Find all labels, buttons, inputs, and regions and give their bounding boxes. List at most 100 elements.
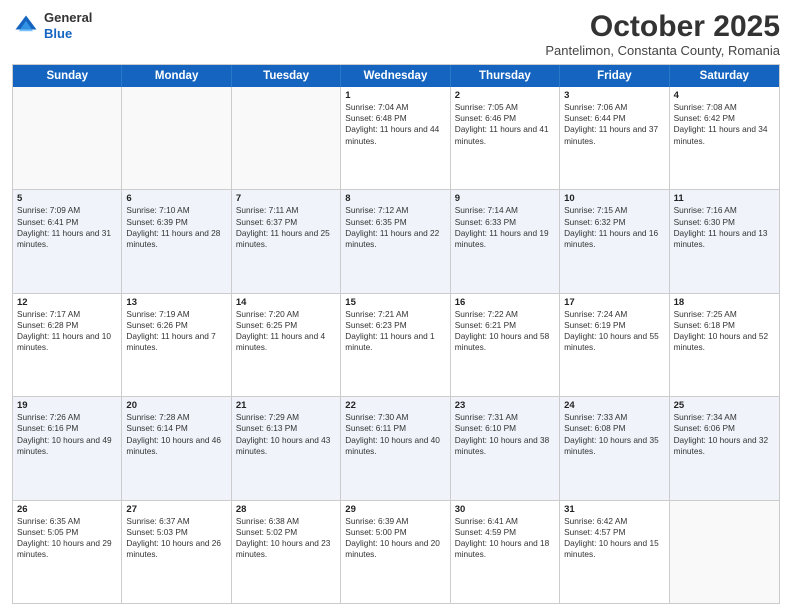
day-number: 22	[345, 400, 445, 411]
day-number: 24	[564, 400, 664, 411]
day-info: Sunrise: 6:35 AMSunset: 5:05 PMDaylight:…	[17, 516, 117, 561]
calendar-row: 26Sunrise: 6:35 AMSunset: 5:05 PMDayligh…	[13, 500, 779, 603]
day-number: 1	[345, 90, 445, 101]
calendar-cell-22: 22Sunrise: 7:30 AMSunset: 6:11 PMDayligh…	[341, 397, 450, 499]
day-number: 10	[564, 193, 664, 204]
calendar-cell-empty	[670, 501, 779, 603]
day-info: Sunrise: 7:26 AMSunset: 6:16 PMDaylight:…	[17, 412, 117, 457]
calendar-cell-28: 28Sunrise: 6:38 AMSunset: 5:02 PMDayligh…	[232, 501, 341, 603]
header: General Blue October 2025 Pantelimon, Co…	[12, 10, 780, 58]
calendar-cell-3: 3Sunrise: 7:06 AMSunset: 6:44 PMDaylight…	[560, 87, 669, 189]
day-number: 25	[674, 400, 775, 411]
day-info: Sunrise: 7:33 AMSunset: 6:08 PMDaylight:…	[564, 412, 664, 457]
calendar-cell-7: 7Sunrise: 7:11 AMSunset: 6:37 PMDaylight…	[232, 190, 341, 292]
calendar-cell-25: 25Sunrise: 7:34 AMSunset: 6:06 PMDayligh…	[670, 397, 779, 499]
day-info: Sunrise: 7:20 AMSunset: 6:25 PMDaylight:…	[236, 309, 336, 354]
day-number: 26	[17, 504, 117, 515]
day-info: Sunrise: 7:05 AMSunset: 6:46 PMDaylight:…	[455, 102, 555, 147]
location-subtitle: Pantelimon, Constanta County, Romania	[545, 43, 780, 58]
day-info: Sunrise: 6:42 AMSunset: 4:57 PMDaylight:…	[564, 516, 664, 561]
calendar-cell-30: 30Sunrise: 6:41 AMSunset: 4:59 PMDayligh…	[451, 501, 560, 603]
calendar-header: SundayMondayTuesdayWednesdayThursdayFrid…	[13, 65, 779, 87]
day-info: Sunrise: 7:28 AMSunset: 6:14 PMDaylight:…	[126, 412, 226, 457]
day-number: 11	[674, 193, 775, 204]
logo-general-text: General	[44, 10, 92, 26]
day-number: 17	[564, 297, 664, 308]
logo: General Blue	[12, 10, 92, 41]
day-info: Sunrise: 7:31 AMSunset: 6:10 PMDaylight:…	[455, 412, 555, 457]
calendar-cell-4: 4Sunrise: 7:08 AMSunset: 6:42 PMDaylight…	[670, 87, 779, 189]
calendar-cell-2: 2Sunrise: 7:05 AMSunset: 6:46 PMDaylight…	[451, 87, 560, 189]
header-day-sunday: Sunday	[13, 65, 122, 87]
calendar-cell-12: 12Sunrise: 7:17 AMSunset: 6:28 PMDayligh…	[13, 294, 122, 396]
calendar-cell-11: 11Sunrise: 7:16 AMSunset: 6:30 PMDayligh…	[670, 190, 779, 292]
day-info: Sunrise: 7:12 AMSunset: 6:35 PMDaylight:…	[345, 205, 445, 250]
day-number: 7	[236, 193, 336, 204]
calendar-row: 19Sunrise: 7:26 AMSunset: 6:16 PMDayligh…	[13, 396, 779, 499]
day-info: Sunrise: 6:39 AMSunset: 5:00 PMDaylight:…	[345, 516, 445, 561]
calendar-cell-31: 31Sunrise: 6:42 AMSunset: 4:57 PMDayligh…	[560, 501, 669, 603]
day-number: 28	[236, 504, 336, 515]
day-info: Sunrise: 7:30 AMSunset: 6:11 PMDaylight:…	[345, 412, 445, 457]
header-day-tuesday: Tuesday	[232, 65, 341, 87]
calendar-cell-23: 23Sunrise: 7:31 AMSunset: 6:10 PMDayligh…	[451, 397, 560, 499]
day-info: Sunrise: 7:15 AMSunset: 6:32 PMDaylight:…	[564, 205, 664, 250]
header-day-thursday: Thursday	[451, 65, 560, 87]
calendar-cell-6: 6Sunrise: 7:10 AMSunset: 6:39 PMDaylight…	[122, 190, 231, 292]
day-number: 8	[345, 193, 445, 204]
calendar-cell-20: 20Sunrise: 7:28 AMSunset: 6:14 PMDayligh…	[122, 397, 231, 499]
day-number: 20	[126, 400, 226, 411]
calendar-body: 1Sunrise: 7:04 AMSunset: 6:48 PMDaylight…	[13, 87, 779, 603]
header-day-monday: Monday	[122, 65, 231, 87]
header-day-wednesday: Wednesday	[341, 65, 450, 87]
day-info: Sunrise: 7:04 AMSunset: 6:48 PMDaylight:…	[345, 102, 445, 147]
month-title: October 2025	[545, 10, 780, 43]
header-day-saturday: Saturday	[670, 65, 779, 87]
calendar-cell-5: 5Sunrise: 7:09 AMSunset: 6:41 PMDaylight…	[13, 190, 122, 292]
calendar-cell-27: 27Sunrise: 6:37 AMSunset: 5:03 PMDayligh…	[122, 501, 231, 603]
header-day-friday: Friday	[560, 65, 669, 87]
calendar-cell-empty	[13, 87, 122, 189]
calendar-cell-10: 10Sunrise: 7:15 AMSunset: 6:32 PMDayligh…	[560, 190, 669, 292]
day-info: Sunrise: 7:25 AMSunset: 6:18 PMDaylight:…	[674, 309, 775, 354]
calendar-row: 1Sunrise: 7:04 AMSunset: 6:48 PMDaylight…	[13, 87, 779, 189]
day-number: 3	[564, 90, 664, 101]
day-info: Sunrise: 6:41 AMSunset: 4:59 PMDaylight:…	[455, 516, 555, 561]
day-info: Sunrise: 6:38 AMSunset: 5:02 PMDaylight:…	[236, 516, 336, 561]
calendar-cell-8: 8Sunrise: 7:12 AMSunset: 6:35 PMDaylight…	[341, 190, 450, 292]
day-number: 31	[564, 504, 664, 515]
day-number: 19	[17, 400, 117, 411]
calendar-cell-empty	[232, 87, 341, 189]
title-area: October 2025 Pantelimon, Constanta Count…	[545, 10, 780, 58]
day-info: Sunrise: 7:34 AMSunset: 6:06 PMDaylight:…	[674, 412, 775, 457]
day-number: 18	[674, 297, 775, 308]
day-number: 9	[455, 193, 555, 204]
calendar-row: 12Sunrise: 7:17 AMSunset: 6:28 PMDayligh…	[13, 293, 779, 396]
calendar-cell-29: 29Sunrise: 6:39 AMSunset: 5:00 PMDayligh…	[341, 501, 450, 603]
day-info: Sunrise: 7:11 AMSunset: 6:37 PMDaylight:…	[236, 205, 336, 250]
day-number: 5	[17, 193, 117, 204]
calendar-cell-16: 16Sunrise: 7:22 AMSunset: 6:21 PMDayligh…	[451, 294, 560, 396]
day-info: Sunrise: 6:37 AMSunset: 5:03 PMDaylight:…	[126, 516, 226, 561]
day-info: Sunrise: 7:29 AMSunset: 6:13 PMDaylight:…	[236, 412, 336, 457]
calendar-cell-15: 15Sunrise: 7:21 AMSunset: 6:23 PMDayligh…	[341, 294, 450, 396]
day-number: 23	[455, 400, 555, 411]
day-info: Sunrise: 7:22 AMSunset: 6:21 PMDaylight:…	[455, 309, 555, 354]
calendar-cell-21: 21Sunrise: 7:29 AMSunset: 6:13 PMDayligh…	[232, 397, 341, 499]
calendar-cell-24: 24Sunrise: 7:33 AMSunset: 6:08 PMDayligh…	[560, 397, 669, 499]
day-number: 29	[345, 504, 445, 515]
day-number: 6	[126, 193, 226, 204]
day-info: Sunrise: 7:09 AMSunset: 6:41 PMDaylight:…	[17, 205, 117, 250]
day-info: Sunrise: 7:16 AMSunset: 6:30 PMDaylight:…	[674, 205, 775, 250]
day-number: 15	[345, 297, 445, 308]
logo-icon	[12, 12, 40, 40]
day-info: Sunrise: 7:19 AMSunset: 6:26 PMDaylight:…	[126, 309, 226, 354]
day-info: Sunrise: 7:24 AMSunset: 6:19 PMDaylight:…	[564, 309, 664, 354]
day-info: Sunrise: 7:14 AMSunset: 6:33 PMDaylight:…	[455, 205, 555, 250]
day-info: Sunrise: 7:17 AMSunset: 6:28 PMDaylight:…	[17, 309, 117, 354]
day-info: Sunrise: 7:06 AMSunset: 6:44 PMDaylight:…	[564, 102, 664, 147]
calendar-cell-9: 9Sunrise: 7:14 AMSunset: 6:33 PMDaylight…	[451, 190, 560, 292]
page: General Blue October 2025 Pantelimon, Co…	[0, 0, 792, 612]
day-number: 4	[674, 90, 775, 101]
calendar-cell-14: 14Sunrise: 7:20 AMSunset: 6:25 PMDayligh…	[232, 294, 341, 396]
